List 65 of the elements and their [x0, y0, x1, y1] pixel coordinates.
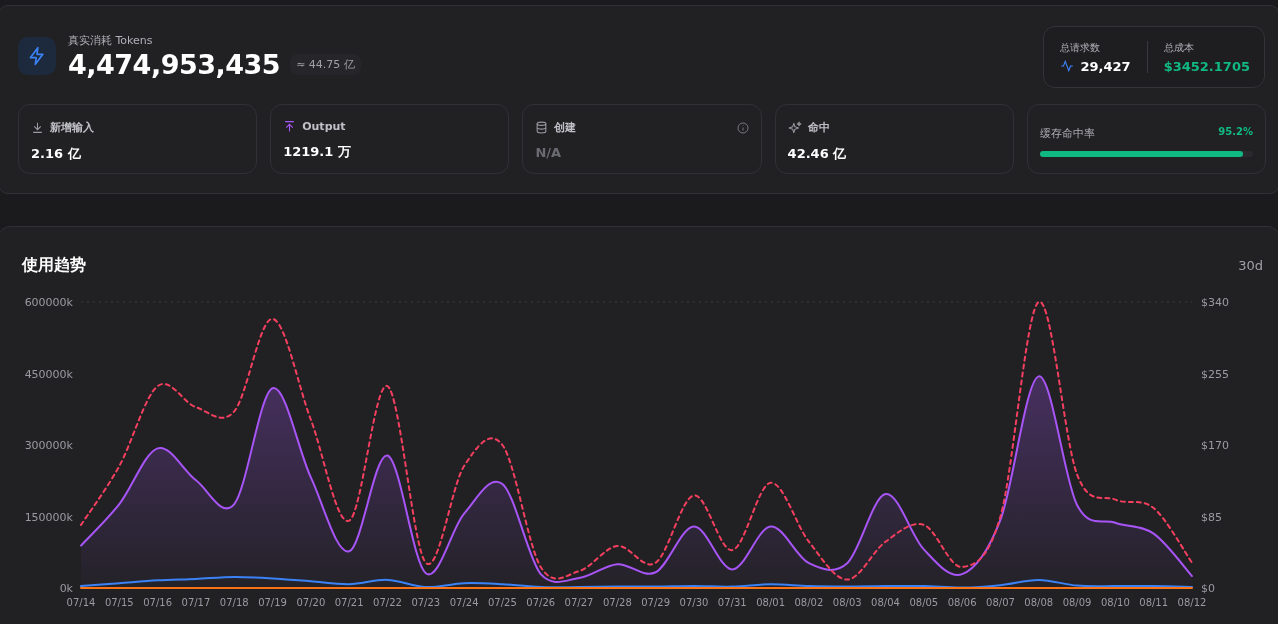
sparkles-icon	[787, 120, 802, 135]
x-axis-label: 08/12	[1177, 597, 1207, 608]
x-axis-label: 08/09	[1062, 597, 1092, 608]
x-axis-label: 08/05	[909, 597, 939, 608]
total-value: $3452.1705	[1163, 58, 1250, 74]
upload-icon	[283, 120, 297, 133]
stat-value: 42.46 亿	[787, 145, 848, 163]
x-axis-label: 08/01	[756, 597, 785, 608]
x-axis-label: 07/26	[526, 597, 556, 608]
x-axis-label: 07/25	[488, 597, 517, 608]
x-axis-label: 08/02	[794, 597, 824, 608]
x-axis-label: 07/27	[564, 597, 594, 608]
activity-icon	[1060, 59, 1075, 73]
x-axis-label: 08/10	[1100, 597, 1130, 608]
y-axis-label: $85	[1201, 510, 1222, 524]
x-axis-label: 08/04	[871, 597, 900, 608]
stat-value: 1219.1 万	[283, 143, 352, 161]
y-axis-label: 300000k	[24, 439, 73, 452]
stat-value: 2.16 亿	[31, 145, 82, 163]
x-axis-label: 07/18	[219, 597, 249, 608]
stat-value: N/A	[535, 145, 563, 160]
x-axis-label: 08/11	[1139, 597, 1169, 608]
x-axis-label: 07/15	[104, 597, 134, 608]
y-axis-label: 600000k	[24, 296, 73, 309]
x-axis-label: 08/07	[986, 597, 1015, 608]
total-label: 总请求数	[1060, 40, 1102, 55]
y-axis-label: $340	[1201, 296, 1229, 309]
x-axis-label: 07/17	[181, 597, 211, 608]
x-axis-label: 07/14	[66, 597, 96, 608]
x-axis-label: 07/30	[679, 597, 709, 608]
x-axis-label: 07/20	[296, 597, 326, 608]
y-axis-label: 450000k	[24, 367, 73, 381]
stat-label: 创建	[554, 120, 577, 135]
y-axis-label: $170	[1201, 439, 1229, 452]
x-axis-label: 07/29	[641, 597, 671, 608]
x-axis-label: 07/23	[411, 597, 441, 608]
y-axis-label: 150000k	[24, 510, 73, 524]
x-axis-label: 07/22	[373, 597, 402, 608]
cache-label: 缓存命中率	[1039, 126, 1095, 141]
range-selector[interactable]: 30d	[1238, 258, 1263, 273]
cache-rate: 95.2%	[1218, 126, 1253, 139]
x-axis-label: 07/28	[602, 597, 632, 608]
total-value: 29,427	[1080, 58, 1131, 74]
x-axis-label: 08/03	[832, 597, 862, 608]
x-axis-label: 07/21	[334, 597, 364, 608]
total-label: 总成本	[1163, 40, 1195, 55]
download-icon	[31, 121, 44, 134]
tokens-total: 4,474,953,435	[68, 48, 281, 80]
stat-label: 新增输入	[50, 120, 94, 135]
x-axis-label: 07/24	[449, 597, 479, 608]
database-icon	[535, 121, 549, 134]
x-axis-label: 07/19	[258, 597, 287, 608]
chart-title: 使用趋势	[22, 255, 86, 276]
y-axis-label: 0k	[59, 582, 73, 595]
x-axis-label: 08/06	[947, 597, 977, 608]
stat-label: Output	[302, 120, 346, 133]
x-axis-label: 07/31	[717, 597, 747, 608]
tokens-label: 真实消耗 Tokens	[68, 32, 154, 48]
approx-value: ≈ 44.75 亿	[290, 53, 361, 75]
y-axis-label: $0	[1201, 582, 1215, 595]
stat-label: 命中	[807, 120, 830, 135]
x-axis-label: 08/08	[1024, 597, 1054, 608]
bolt-icon	[18, 37, 56, 75]
x-axis-label: 07/16	[143, 597, 173, 608]
y-axis-label: $255	[1201, 367, 1229, 381]
